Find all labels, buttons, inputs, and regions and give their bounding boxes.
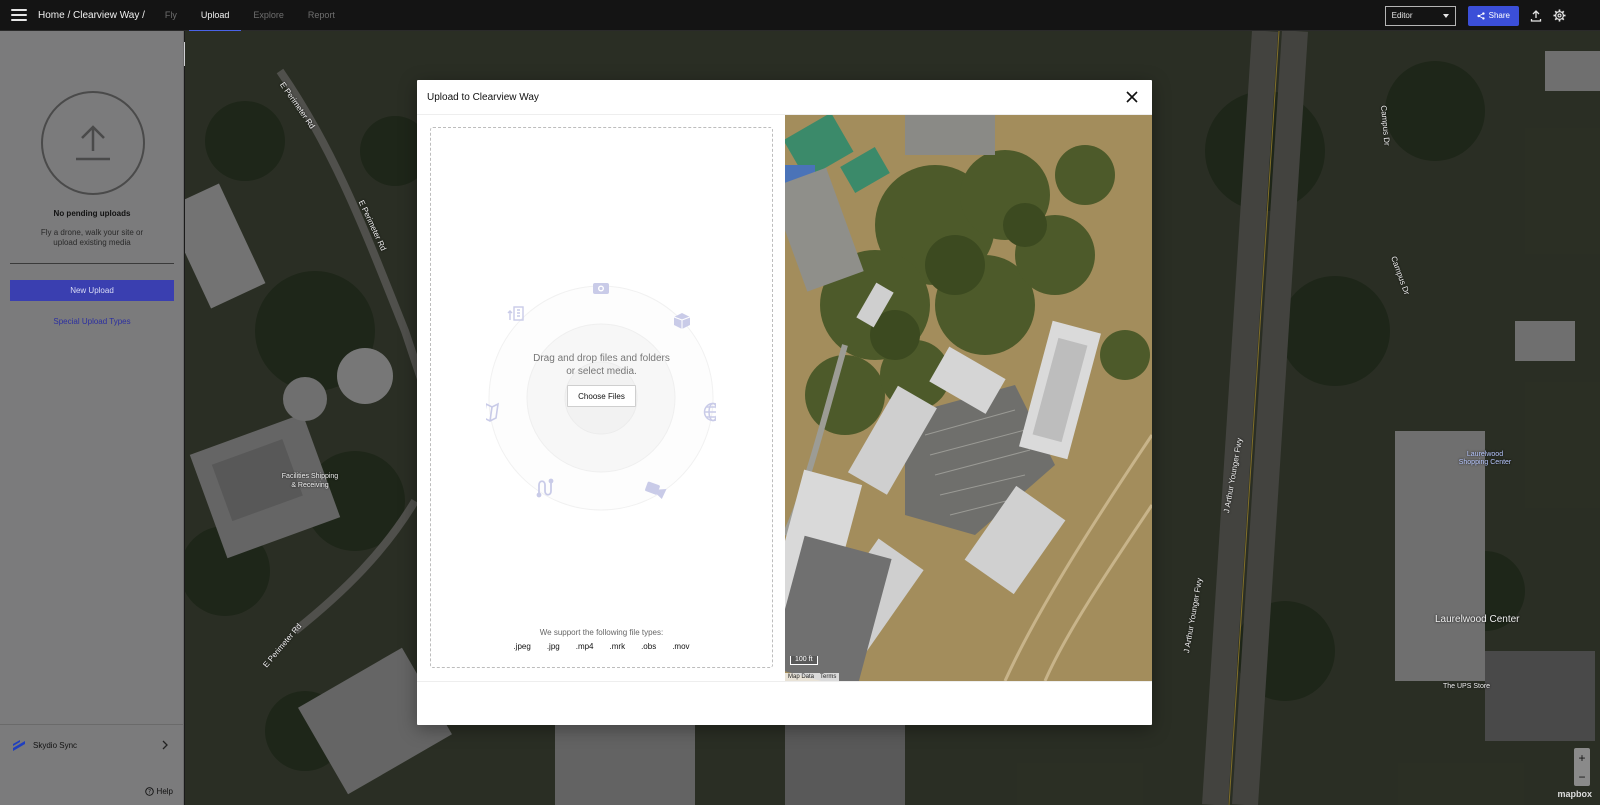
file-type: .jpg: [546, 642, 560, 651]
site-satellite-preview[interactable]: 100 ft Map Data Terms: [785, 115, 1152, 681]
help-icon: ?: [144, 787, 154, 796]
map-data-link[interactable]: Map Data: [788, 674, 814, 680]
chevron-down-icon: [1442, 13, 1449, 18]
close-icon[interactable]: [1124, 89, 1140, 105]
file-type: .obs: [641, 642, 657, 651]
drag-drop-text-line-2: or select media.: [566, 366, 637, 377]
skydio-sync-label: Skydio Sync: [33, 741, 78, 750]
map-label: Laurelwood Shopping Center: [1458, 451, 1512, 466]
chevron-right-icon: [162, 740, 168, 750]
role-select[interactable]: Editor: [1384, 5, 1456, 26]
export-icon[interactable]: [1529, 9, 1543, 23]
upload-icon: [41, 91, 145, 195]
zoom-out-icon[interactable]: −: [1578, 770, 1585, 784]
map-label: Facilities Shipping & Receiving: [281, 473, 339, 489]
route-icon: [536, 478, 554, 498]
modal-header: Upload to Clearview Way: [417, 80, 1152, 115]
no-pending-subtitle: Fly a drone, walk your site or upload ex…: [40, 228, 144, 247]
upload-sidebar: No pending uploads Fly a drone, walk you…: [0, 31, 184, 805]
map-label: Laurelwood Center: [1435, 614, 1520, 625]
file-type: .jpeg: [513, 642, 531, 651]
top-bar: Home / Clearview Way / Fly Upload Explor…: [0, 0, 1600, 32]
file-type: .mov: [672, 642, 690, 651]
tab-fly[interactable]: Fly: [153, 0, 189, 31]
zoom-in-icon[interactable]: +: [1578, 751, 1585, 765]
skydio-logo-icon: [13, 739, 25, 751]
supported-types-label: We support the following file types:: [539, 628, 664, 637]
role-select-value: Editor: [1391, 11, 1413, 20]
tab-report[interactable]: Report: [296, 0, 347, 31]
share-label: Share: [1488, 11, 1510, 20]
share-button[interactable]: Share: [1467, 5, 1519, 26]
skydio-sync-row[interactable]: Skydio Sync: [0, 724, 184, 766]
share-icon: [1477, 11, 1485, 20]
top-right-controls: Editor Share: [1384, 0, 1600, 31]
file-type-list: .jpeg .jpg .mp4 .mrk .obs .mov: [431, 642, 772, 651]
tab-explore[interactable]: Explore: [241, 0, 296, 31]
mapbox-logo: mapbox: [1557, 789, 1592, 799]
camera-icon: [593, 283, 609, 294]
map-attribution: Map Data Terms: [785, 673, 840, 681]
tab-upload[interactable]: Upload: [188, 0, 242, 32]
upload-modal: Upload to Clearview Way Drag and drop fi…: [417, 80, 1152, 725]
zoom-control: + −: [1574, 748, 1590, 786]
globe-icon: [703, 402, 716, 422]
settings-icon[interactable]: [1552, 9, 1566, 23]
file-type: .mp4: [575, 642, 594, 651]
choose-files-button[interactable]: Choose Files: [567, 385, 636, 407]
file-type: .mrk: [609, 642, 626, 651]
modal-footer-divider: [417, 681, 1152, 682]
new-upload-button[interactable]: New Upload: [10, 280, 174, 301]
map-scale: 100 ft: [790, 656, 818, 665]
modal-title: Upload to Clearview Way: [427, 91, 539, 103]
special-upload-types-link[interactable]: Special Upload Types: [0, 317, 184, 326]
help-label: Help: [156, 787, 173, 796]
map-label: The UPS Store: [1443, 683, 1491, 690]
menu-icon[interactable]: [11, 9, 27, 21]
no-pending-title: No pending uploads: [53, 209, 131, 218]
terms-link[interactable]: Terms: [820, 674, 836, 680]
help-button[interactable]: ? Help: [144, 787, 173, 796]
drag-drop-text: Drag and drop files and folders or selec…: [431, 352, 772, 378]
nav-tabs: Fly Upload Explore Report: [153, 0, 347, 32]
sidebar-divider: [10, 263, 174, 264]
svg-text:?: ?: [147, 790, 150, 796]
drag-drop-text-line-1: Drag and drop files and folders: [533, 353, 670, 364]
file-dropzone[interactable]: Drag and drop files and folders or selec…: [430, 127, 773, 668]
breadcrumb[interactable]: Home / Clearview Way /: [38, 10, 145, 21]
building-icon: [507, 306, 524, 321]
site-preview-imagery: [785, 115, 1152, 681]
